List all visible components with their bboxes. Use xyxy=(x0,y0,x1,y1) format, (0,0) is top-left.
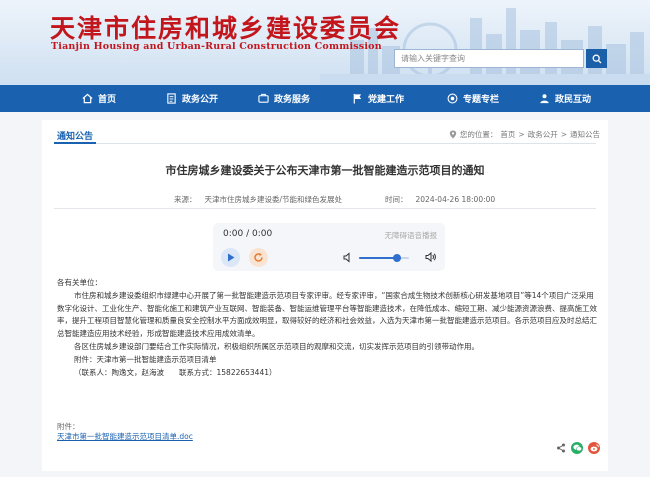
site-title: 天津市住房和城乡建设委员会 xyxy=(50,14,402,43)
nav-item-label: 首页 xyxy=(98,95,117,105)
target-icon xyxy=(447,93,458,104)
breadcrumb-separator: > xyxy=(560,130,567,139)
article-body: 各有关单位： 市住房和城乡建设委组织市绿建中心开展了第一批智能建造示范项目专家评… xyxy=(57,277,597,379)
location-icon xyxy=(449,130,457,139)
document-icon xyxy=(167,93,176,104)
flag-icon xyxy=(353,93,362,104)
volume-high-icon xyxy=(425,251,436,263)
main-nav: 首页 政务公开 政务服务 党建工作 专题专栏 政民互动 xyxy=(0,85,650,112)
search-input[interactable]: 请输入关键字查询 xyxy=(394,49,584,68)
nav-item-label: 政民互动 xyxy=(555,95,592,105)
site-subtitle: Tianjin Housing and Urban-Rural Construc… xyxy=(51,41,382,52)
people-icon xyxy=(540,94,549,104)
breadcrumb-separator: > xyxy=(518,130,525,139)
weibo-icon xyxy=(590,444,599,452)
search-button[interactable] xyxy=(586,49,607,68)
weibo-share-button[interactable] xyxy=(588,442,600,454)
article-source: 来源： 天津市住房城乡建设委/节能和绿色发展处 xyxy=(174,194,342,205)
nav-item-special-topics[interactable]: 专题专栏 xyxy=(447,85,499,112)
content-panel: 通知公告 您的位置： 首页 > 政务公开 > 通知公告 市住房城乡建设委关于公布… xyxy=(42,120,608,471)
audio-player: 0:00 / 0:00 无障碍语音播报 xyxy=(213,223,445,271)
share-icon[interactable] xyxy=(556,443,566,453)
nav-item-public-affairs[interactable]: 政务公开 xyxy=(166,85,218,112)
volume-low-icon xyxy=(343,252,350,263)
service-icon xyxy=(258,93,269,103)
nav-item-public-interaction[interactable]: 政民互动 xyxy=(539,85,591,112)
search-icon xyxy=(592,54,601,63)
nav-item-party-building[interactable]: 党建工作 xyxy=(352,85,404,112)
greeting: 各有关单位： xyxy=(57,278,102,287)
play-button[interactable] xyxy=(221,248,240,267)
section-title: 通知公告 xyxy=(57,132,94,142)
player-powered-by: 无障碍语音播报 xyxy=(384,231,438,240)
meta-divider xyxy=(54,208,596,209)
source-value: 天津市住房城乡建设委/节能和绿色发展处 xyxy=(204,195,343,204)
nav-item-label: 专题专栏 xyxy=(463,95,500,105)
home-icon xyxy=(82,93,93,104)
paragraph: 市住房和城乡建设委组织市绿建中心开展了第一批智能建造示范项目专家评审。经专家评审… xyxy=(57,290,597,339)
share-bar xyxy=(556,442,600,454)
volume-slider[interactable] xyxy=(359,257,409,259)
wechat-icon xyxy=(572,444,582,452)
volume-handle[interactable] xyxy=(392,254,401,262)
replay-icon xyxy=(254,253,263,262)
article-time: 时间： 2024-04-26 18:00:00 xyxy=(385,194,495,205)
nav-item-label: 政务公开 xyxy=(182,95,219,105)
enclosure-note: 附件：天津市第一批智能建造示范项目清单 xyxy=(74,354,217,364)
breadcrumb-item-home[interactable]: 首页 xyxy=(500,129,515,140)
paragraph: 各区住房城乡建设部门要结合工作实际情况，积极组织所属区示范项目的观摩和交流，切实… xyxy=(74,341,479,351)
breadcrumb-item-public-affairs[interactable]: 政务公开 xyxy=(528,129,558,140)
attachment-link[interactable]: 天津市第一批智能建造示范项目清单.doc xyxy=(57,431,193,442)
nav-item-home[interactable]: 首页 xyxy=(82,85,116,112)
wechat-share-button[interactable] xyxy=(571,442,583,454)
replay-button[interactable] xyxy=(249,248,268,267)
breadcrumb-item-notices[interactable]: 通知公告 xyxy=(570,129,600,140)
section-divider xyxy=(54,143,596,144)
nav-item-gov-services[interactable]: 政务服务 xyxy=(258,85,310,112)
breadcrumb-prefix: 您的位置： xyxy=(459,130,498,139)
source-label: 来源： xyxy=(174,195,197,204)
player-time: 0:00 / 0:00 xyxy=(223,229,273,239)
contact-info: （联系人：陶逸文，赵海波 联系方式：15822653441） xyxy=(74,367,277,377)
play-icon xyxy=(227,253,234,262)
breadcrumb: 您的位置： 首页 > 政务公开 > 通知公告 xyxy=(449,129,600,140)
time-value: 2024-04-26 18:00:00 xyxy=(415,195,496,204)
section-underline xyxy=(54,142,96,144)
nav-item-label: 政务服务 xyxy=(274,95,311,105)
volume-fill xyxy=(359,257,397,259)
time-label: 时间： xyxy=(385,195,408,204)
article-title: 市住房城乡建设委关于公布天津市第一批智能建造示范项目的通知 xyxy=(165,164,485,177)
nav-item-label: 党建工作 xyxy=(368,95,405,105)
site-header: 天津市住房和城乡建设委员会 Tianjin Housing and Urban-… xyxy=(0,0,650,85)
